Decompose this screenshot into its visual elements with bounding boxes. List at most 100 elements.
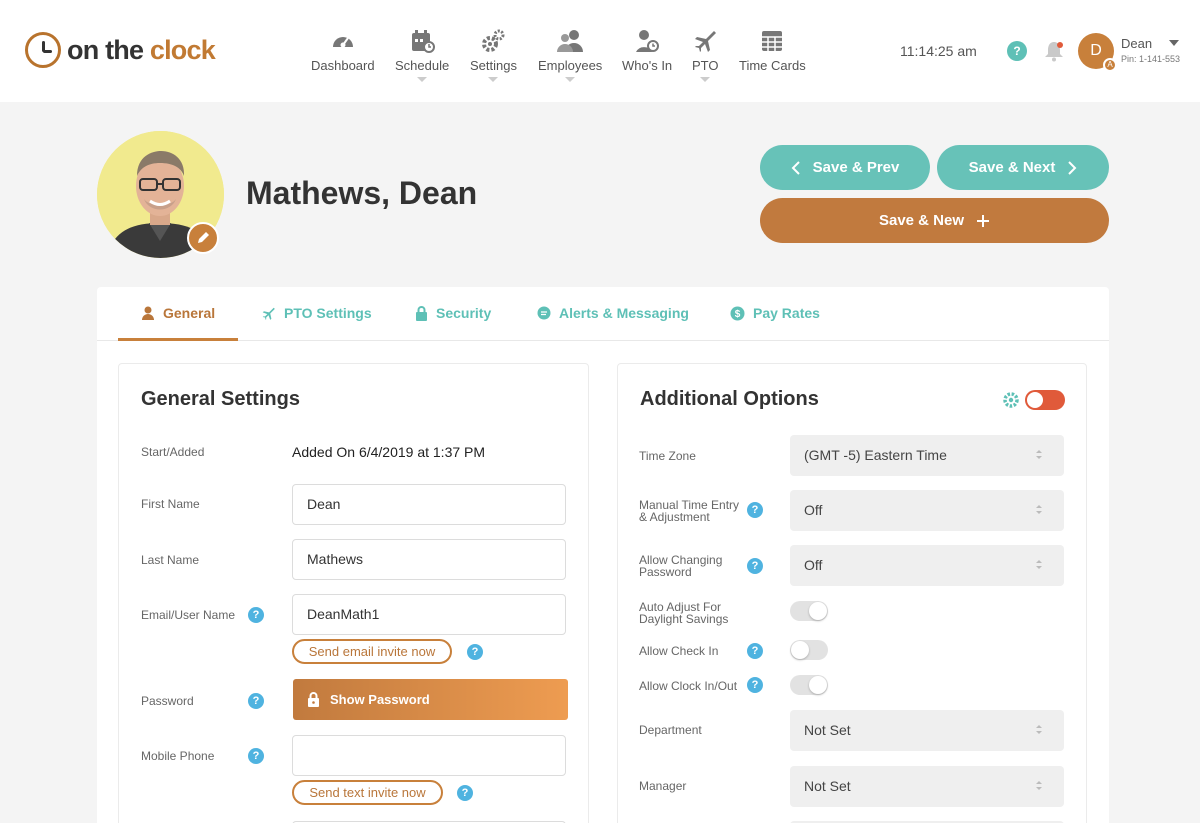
- email-username-field[interactable]: DeanMath1: [292, 594, 566, 635]
- save-and-prev-button[interactable]: Save & Prev: [760, 145, 930, 190]
- plus-icon: [977, 214, 990, 227]
- on-the-clock-logo[interactable]: on the clock: [25, 32, 216, 68]
- users-icon: [557, 30, 584, 52]
- dollar-icon: $: [730, 306, 745, 320]
- nav-time-cards[interactable]: Time Cards: [739, 28, 806, 73]
- additional-options-title: Additional Options: [640, 388, 819, 410]
- time-zone-select[interactable]: (GMT -5) Eastern Time: [790, 435, 1064, 476]
- employee-settings-card: General PTO Settings Security Alerts & M…: [97, 287, 1109, 823]
- send-email-help-icon[interactable]: ?: [467, 644, 483, 660]
- nav-label: Who's In: [622, 58, 673, 73]
- user-name[interactable]: Dean: [1121, 36, 1152, 51]
- manual-time-entry-label: Manual Time Entry & Adjustment: [639, 499, 739, 523]
- manual-time-entry-select[interactable]: Off: [790, 490, 1064, 531]
- nav-pto[interactable]: PTO: [692, 28, 719, 82]
- chevron-down-icon: [565, 77, 576, 82]
- nav-dashboard[interactable]: Dashboard: [311, 28, 375, 73]
- button-label: Save & New: [878, 212, 965, 229]
- chevron-left-icon: [791, 160, 800, 175]
- tab-label: General: [163, 305, 216, 321]
- select-value: Off: [804, 502, 823, 518]
- lock-icon: [416, 305, 427, 321]
- button-label: Show Password: [330, 692, 430, 707]
- user-pin: Pin: 1-141-553: [1121, 54, 1181, 64]
- user-avatar[interactable]: D A: [1078, 33, 1117, 72]
- save-and-next-button[interactable]: Save & Next: [937, 145, 1109, 190]
- nav-settings[interactable]: Settings: [470, 28, 517, 82]
- tab-pto-settings[interactable]: PTO Settings: [261, 305, 372, 321]
- general-settings-title: General Settings: [141, 388, 300, 410]
- email-username-label: Email/User Name: [141, 608, 236, 622]
- nav-label: Settings: [470, 58, 517, 73]
- nav-label: Time Cards: [739, 58, 806, 73]
- admin-badge: A: [1103, 58, 1117, 72]
- tab-pay-rates[interactable]: $ Pay Rates: [730, 305, 820, 321]
- nav-schedule[interactable]: Schedule: [395, 28, 449, 82]
- last-name-label: Last Name: [141, 553, 200, 567]
- active-tab-indicator: [118, 338, 238, 341]
- daylight-savings-toggle[interactable]: [790, 601, 828, 621]
- tab-label: Security: [436, 305, 492, 321]
- nav-whos-in[interactable]: Who's In: [622, 28, 672, 73]
- gear-icon[interactable]: [1002, 391, 1020, 409]
- manager-select[interactable]: Not Set: [790, 766, 1064, 807]
- mobile-phone-label: Mobile Phone: [141, 749, 215, 763]
- allow-password-help-icon[interactable]: ?: [747, 558, 763, 574]
- additional-options-panel: Additional Options Time Zone (GMT -5) Ea…: [617, 363, 1087, 823]
- start-added-label: Start/Added: [141, 445, 205, 459]
- general-settings-panel: General Settings Start/Added Added On 6/…: [118, 363, 589, 823]
- mobile-help-icon[interactable]: ?: [248, 748, 264, 764]
- save-and-new-button[interactable]: Save & New: [760, 198, 1109, 243]
- tab-general[interactable]: General: [141, 305, 215, 321]
- send-text-help-icon[interactable]: ?: [457, 785, 473, 801]
- show-password-button[interactable]: Show Password: [293, 679, 568, 720]
- manual-time-help-icon[interactable]: ?: [747, 502, 763, 518]
- chevron-down-icon: [417, 77, 428, 82]
- email-help-icon[interactable]: ?: [248, 607, 264, 623]
- select-value: Off: [804, 557, 823, 573]
- additional-options-toggle[interactable]: [1025, 390, 1065, 410]
- bell-icon[interactable]: [1043, 40, 1065, 62]
- toggle-knob: [809, 602, 827, 620]
- person-icon: [142, 306, 154, 320]
- toggle-knob: [1027, 392, 1043, 408]
- pencil-icon: [198, 232, 209, 243]
- allow-check-in-toggle[interactable]: [790, 640, 828, 660]
- send-email-invite-button[interactable]: Send email invite now: [292, 639, 452, 664]
- department-select[interactable]: Not Set: [790, 710, 1064, 751]
- department-label: Department: [639, 723, 702, 737]
- tab-label: Alerts & Messaging: [559, 305, 689, 321]
- select-value: (GMT -5) Eastern Time: [804, 447, 947, 463]
- help-icon[interactable]: ?: [1007, 41, 1027, 61]
- nav-employees[interactable]: Employees: [538, 28, 602, 82]
- label-line: Daylight Savings: [639, 612, 729, 626]
- select-value: Not Set: [804, 722, 851, 738]
- clock-logo-icon: [25, 32, 61, 68]
- tab-alerts-messaging[interactable]: Alerts & Messaging: [537, 305, 689, 321]
- nav-label: Dashboard: [311, 58, 375, 73]
- send-text-invite-button[interactable]: Send text invite now: [292, 780, 443, 805]
- avatar-initial: D: [1090, 42, 1102, 59]
- toggle-knob: [809, 676, 827, 694]
- allow-clock-in-out-toggle[interactable]: [790, 675, 828, 695]
- user-menu-caret-icon[interactable]: [1169, 40, 1179, 46]
- allow-changing-password-select[interactable]: Off: [790, 545, 1064, 586]
- toggle-knob: [791, 641, 809, 659]
- clock-in-out-help-icon[interactable]: ?: [747, 677, 763, 693]
- current-time: 11:14:25 am: [900, 43, 977, 59]
- tab-label: Pay Rates: [753, 305, 820, 321]
- plane-icon: [695, 31, 717, 52]
- password-label: Password: [141, 694, 194, 708]
- dashboard-icon: [332, 37, 353, 48]
- whos-in-icon: [636, 30, 660, 52]
- password-help-icon[interactable]: ?: [248, 693, 264, 709]
- svg-text:$: $: [735, 309, 741, 320]
- edit-photo-button[interactable]: [187, 222, 219, 254]
- tab-security[interactable]: Security: [415, 305, 491, 321]
- check-in-help-icon[interactable]: ?: [747, 643, 763, 659]
- mobile-phone-field[interactable]: [292, 735, 566, 776]
- last-name-field[interactable]: Mathews: [292, 539, 566, 580]
- chat-icon: [537, 306, 551, 320]
- employee-name: Mathews, Dean: [246, 175, 478, 211]
- first-name-field[interactable]: Dean: [292, 484, 566, 525]
